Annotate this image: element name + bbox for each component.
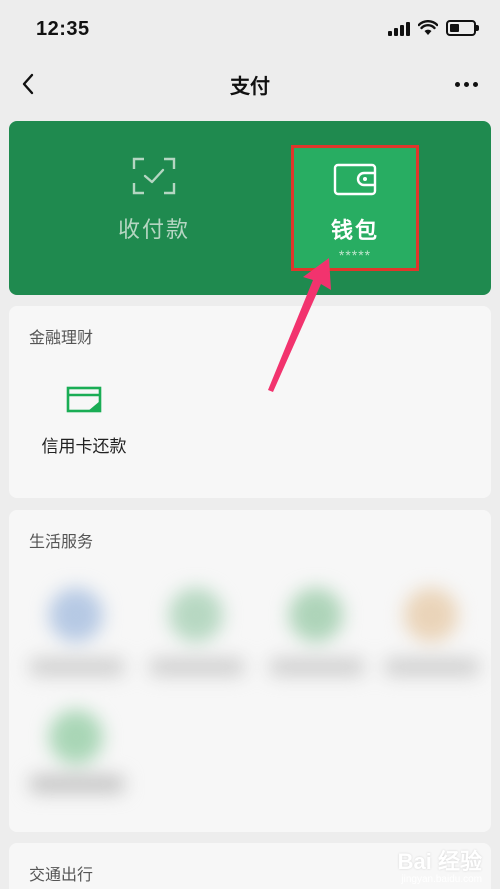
- status-bar: 12:35: [0, 0, 500, 58]
- blurred-service-label: [29, 775, 125, 793]
- life-services-section-title: 生活服务: [29, 534, 94, 551]
- blurred-services-grid: [9, 570, 491, 832]
- wifi-icon: [418, 20, 438, 35]
- more-dot-icon: [454, 81, 460, 87]
- watermark-brand-text: Bai 经验: [397, 849, 482, 874]
- more-button[interactable]: [448, 72, 484, 96]
- watermark-brand: Bai 经验: [398, 844, 482, 876]
- status-icons: [388, 20, 479, 36]
- watermark-url: jingyan.baidu.com: [401, 874, 482, 885]
- credit-card-repay-icon: [66, 386, 102, 413]
- life-services-section: 生活服务: [9, 510, 491, 832]
- blurred-service-icon: [289, 588, 343, 642]
- more-dot-icon: [472, 81, 478, 87]
- cellular-signal-icon: [388, 21, 410, 36]
- collect-payment-label: 收付款: [117, 217, 190, 242]
- finance-section-title: 金融理财: [29, 330, 94, 347]
- credit-card-repay-button[interactable]: 信用卡还款: [29, 384, 139, 464]
- blurred-service-label: [384, 658, 480, 676]
- wallet-icon: [333, 163, 377, 196]
- pay-card: 收付款 钱包 *****: [9, 121, 491, 295]
- blurred-service-icon: [49, 588, 103, 642]
- battery-icon: [446, 20, 479, 36]
- credit-card-repay-label: 信用卡还款: [41, 437, 127, 456]
- blurred-service-icon: [169, 588, 223, 642]
- blurred-service-label: [269, 658, 365, 676]
- blurred-service-label: [149, 658, 245, 676]
- nav-bar: 支付: [0, 58, 500, 110]
- blurred-service-icon: [49, 710, 103, 764]
- scan-check-icon: [132, 157, 176, 195]
- traffic-section-title: 交通出行: [29, 867, 94, 884]
- wallet-label: 钱包: [330, 218, 379, 243]
- blurred-service-icon: [404, 588, 458, 642]
- more-dot-icon: [463, 81, 469, 87]
- wallet-button[interactable]: 钱包 *****: [291, 145, 419, 271]
- page-title: 支付: [230, 76, 270, 98]
- watermark: Bai 经验 jingyan.baidu.com: [398, 844, 482, 885]
- finance-section: 金融理财 信用卡还款: [9, 306, 491, 498]
- blurred-service-label: [29, 658, 125, 676]
- collect-payment-button[interactable]: 收付款: [69, 157, 239, 267]
- status-time: 12:35: [36, 18, 90, 40]
- wallet-balance: *****: [338, 247, 372, 263]
